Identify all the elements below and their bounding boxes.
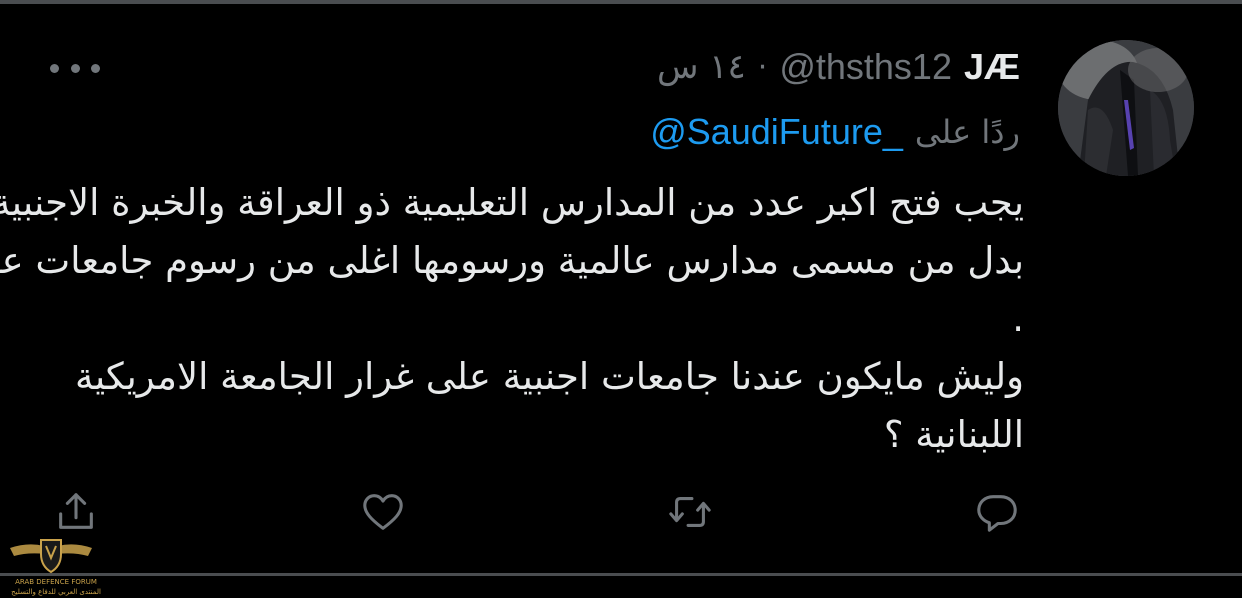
tweet-line: . <box>1012 297 1024 340</box>
replying-handle-link[interactable]: @SaudiFuture_ <box>650 111 903 153</box>
watermark-logo: ARAB DEFENCE FORUM المنتدى العربي للدفاع… <box>8 532 101 598</box>
watermark-text-en: ARAB DEFENCE FORUM <box>15 578 97 586</box>
dot-icon <box>70 63 80 73</box>
dot-icon <box>50 63 59 73</box>
like-button[interactable] <box>355 484 411 540</box>
tweet-actions <box>0 484 1242 544</box>
avatar[interactable] <box>1058 40 1194 176</box>
reply-icon <box>977 495 1017 532</box>
retweet-icon <box>669 497 711 527</box>
watermark-text-ar: المنتدى العربي للدفاع والتسليح <box>11 588 101 596</box>
tweet-header: ١٤ س · @thsths12 JÆ <box>657 42 1020 92</box>
tweet-line: بدل من مسمى مدارس عالمية ورسومها اغلى من… <box>0 239 1024 282</box>
share-icon <box>59 493 93 529</box>
tweet-line: وليش مايكون عندنا جامعات اجنبية على غرار… <box>75 355 1024 398</box>
tweet-time[interactable]: ١٤ س <box>657 47 746 87</box>
more-options-button[interactable] <box>50 54 100 82</box>
replying-label: ردًا على <box>914 113 1020 151</box>
heart-icon <box>363 494 403 530</box>
replying-to: ردًا على @SaudiFuture_ <box>650 106 1020 158</box>
tweet-text: يجب فتح اكبر عدد من المدارس التعليمية ذو… <box>0 174 1024 464</box>
top-divider <box>0 0 1242 4</box>
display-name[interactable]: JÆ <box>964 46 1020 88</box>
bottom-divider <box>0 573 1242 576</box>
wing-shield-icon <box>10 539 92 574</box>
separator-dot: · <box>757 49 768 85</box>
dot-icon <box>91 63 100 73</box>
tweet-line: اللبنانية ؟ <box>883 413 1024 456</box>
reply-button[interactable] <box>969 484 1025 540</box>
retweet-button[interactable] <box>662 484 718 540</box>
user-handle[interactable]: @thsths12 <box>779 46 952 88</box>
avatar-image <box>1058 40 1194 176</box>
tweet-line: يجب فتح اكبر عدد من المدارس التعليمية ذو… <box>0 181 1024 224</box>
